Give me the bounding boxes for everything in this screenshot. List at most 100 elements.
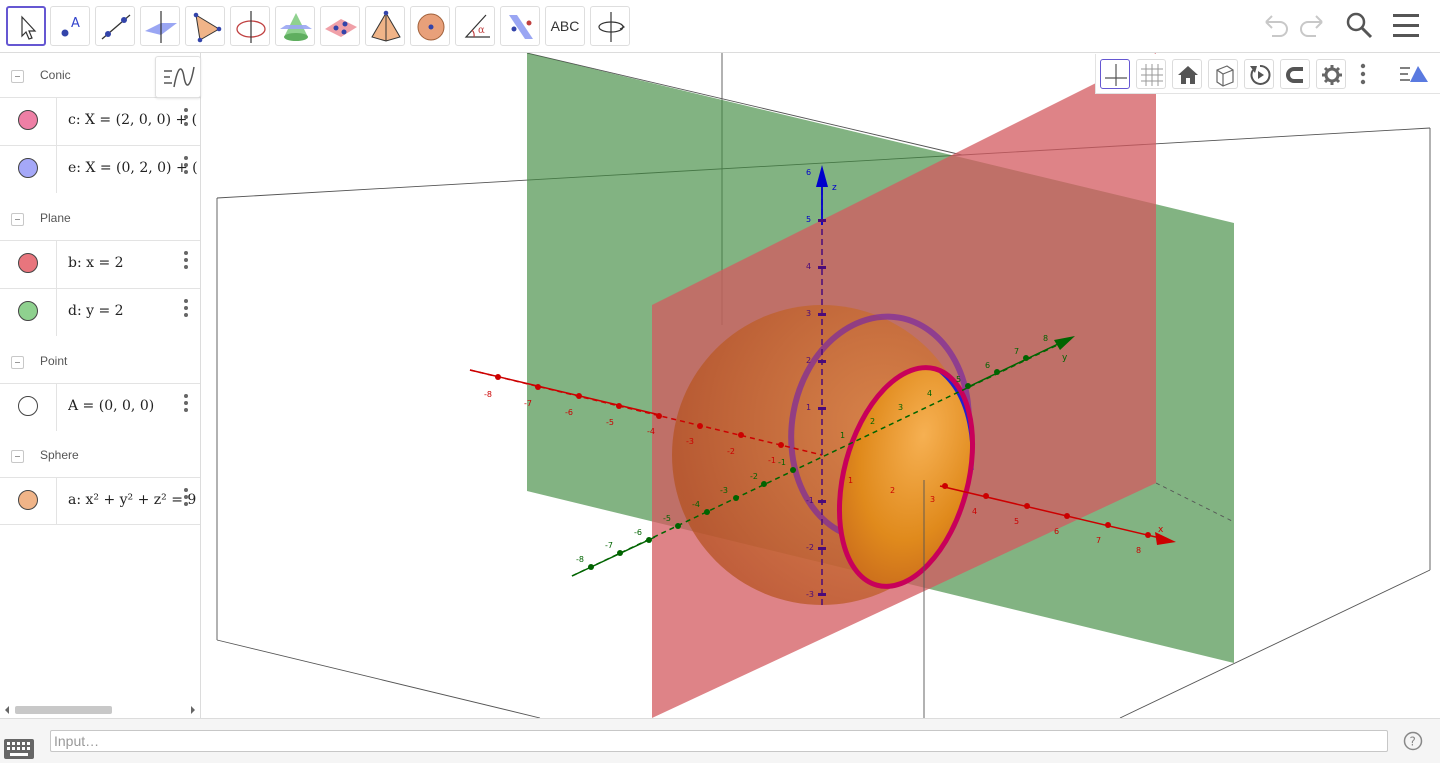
plane-through-points-tool-button[interactable] (320, 6, 360, 46)
visibility-toggle[interactable] (0, 241, 57, 288)
x-tick-label: -4 (647, 427, 655, 436)
angle-tool-label: α (478, 25, 485, 36)
z-tick-label: -2 (806, 543, 814, 552)
algebra-expression[interactable]: d: y = 2 (68, 303, 198, 319)
virtual-keyboard-button[interactable] (4, 739, 34, 761)
more-options-icon[interactable] (180, 392, 192, 414)
x-axis-label: x (1158, 525, 1164, 535)
y-tick-label: -5 (663, 514, 671, 523)
perpendicular-tool-button[interactable] (140, 6, 180, 46)
visibility-toggle[interactable] (0, 478, 57, 524)
rotate-view-tool-button[interactable] (590, 6, 630, 46)
group-label: Sphere (40, 448, 79, 462)
z-tick-label: 4 (806, 262, 811, 271)
scroll-left-icon[interactable] (2, 703, 12, 717)
move-tool-button[interactable] (6, 6, 46, 46)
polygon-icon (193, 12, 222, 43)
visibility-marble[interactable] (18, 490, 38, 510)
visibility-toggle[interactable] (0, 146, 57, 193)
menu-icon (1393, 14, 1419, 37)
algebra-expression[interactable]: a: x² + y² + z² = 9 (68, 492, 198, 508)
line-tool-button[interactable] (95, 6, 135, 46)
horizontal-scrollbar[interactable] (0, 703, 200, 717)
x-tick-label: -6 (565, 408, 573, 417)
point-capturing-button[interactable] (1280, 59, 1310, 89)
standard-view-button[interactable] (1172, 59, 1202, 89)
graphics-style-bar (1095, 54, 1440, 94)
algebra-expression[interactable]: e: X = (0, 2, 0) + (−2 (68, 160, 198, 176)
algebra-item-conic-c[interactable]: c: X = (2, 0, 0) + (0, (0, 97, 200, 145)
collapse-toggle[interactable] (11, 213, 24, 226)
text-tool-button[interactable]: ABC (545, 6, 585, 46)
more-options-icon[interactable] (180, 249, 192, 271)
scrollbar-thumb[interactable] (15, 706, 112, 714)
visibility-marble[interactable] (18, 396, 38, 416)
group-header-sphere[interactable]: Sphere (0, 433, 200, 479)
collapse-toggle[interactable] (11, 450, 24, 463)
intersect-surfaces-icon (280, 13, 312, 41)
algebra-item-sphere-a[interactable]: a: x² + y² + z² = 9 (0, 477, 200, 525)
more-options-icon[interactable] (180, 486, 192, 508)
redo-icon (1300, 15, 1323, 37)
undo-button[interactable] (1258, 8, 1294, 44)
rotate-icon (1250, 64, 1271, 85)
group-header-point[interactable]: Point (0, 339, 200, 385)
view-direction-button[interactable] (1208, 59, 1238, 89)
undo-icon (1265, 15, 1288, 37)
x-tick-label: 6 (1054, 527, 1059, 536)
collapse-toggle[interactable] (11, 70, 24, 83)
point-tool-button[interactable]: A (50, 6, 90, 46)
x-tick-label: -3 (686, 437, 694, 446)
pyramid-tool-button[interactable] (365, 6, 405, 46)
settings-button[interactable] (1316, 59, 1346, 89)
visibility-toggle[interactable] (0, 289, 57, 336)
visibility-marble[interactable] (18, 301, 38, 321)
more-button[interactable] (1358, 62, 1368, 88)
polygon-tool-button[interactable] (185, 6, 225, 46)
scene-canvas[interactable]: -8 -7 -6 -5 -4 -3 -2 -1 1 2 3 4 5 6 7 8 … (207, 53, 1440, 718)
collapse-toggle[interactable] (11, 356, 24, 369)
grid-icon (1141, 64, 1163, 86)
search-icon (1346, 12, 1373, 39)
algebra-style-bar-button[interactable] (155, 56, 201, 98)
algebra-expression[interactable]: b: x = 2 (68, 255, 198, 271)
main-menu-button[interactable] (1388, 8, 1424, 44)
y-tick-label: -7 (605, 541, 613, 550)
visibility-marble[interactable] (18, 158, 38, 178)
visibility-marble[interactable] (18, 253, 38, 273)
algebra-item-plane-d[interactable]: d: y = 2 (0, 288, 200, 336)
rotate-view-button[interactable] (1244, 59, 1274, 89)
algebra-expression[interactable]: A = (0, 0, 0) (68, 398, 198, 414)
graphics-3d-view[interactable]: -8 -7 -6 -5 -4 -3 -2 -1 1 2 3 4 5 6 7 8 … (207, 53, 1440, 718)
algebra-expression[interactable]: c: X = (2, 0, 0) + (0, (68, 112, 198, 128)
toggle-grid-button[interactable] (1136, 59, 1166, 89)
reflect-tool-button[interactable] (500, 6, 540, 46)
intersect-surfaces-tool-button[interactable] (275, 6, 315, 46)
toggle-style-bar-button[interactable] (1396, 60, 1432, 90)
more-options-icon[interactable] (180, 297, 192, 319)
visibility-toggle[interactable] (0, 98, 57, 145)
graph-style-icon (164, 66, 195, 88)
z-tick-label: 2 (806, 356, 811, 365)
y-tick-label: 1 (840, 431, 845, 440)
algebra-input-field[interactable]: Input… (50, 730, 1388, 752)
reflect-about-plane-icon (509, 15, 533, 39)
redo-button[interactable] (1294, 8, 1330, 44)
algebra-item-plane-b[interactable]: b: x = 2 (0, 240, 200, 288)
visibility-marble[interactable] (18, 110, 38, 130)
more-options-icon[interactable] (180, 154, 192, 176)
group-header-plane[interactable]: Plane (0, 196, 200, 242)
scroll-right-icon[interactable] (188, 703, 198, 717)
toggle-axes-button[interactable] (1100, 59, 1130, 89)
visibility-toggle[interactable] (0, 384, 57, 431)
algebra-item-point-a[interactable]: A = (0, 0, 0) (0, 383, 200, 431)
toolbar: A α ABC (0, 0, 1440, 53)
sphere-tool-button[interactable] (410, 6, 450, 46)
circle-axis-tool-button[interactable] (230, 6, 270, 46)
angle-tool-button[interactable]: α (455, 6, 495, 46)
more-options-icon[interactable] (180, 106, 192, 128)
x-tick-label: -8 (484, 390, 492, 399)
algebra-item-conic-e[interactable]: e: X = (0, 2, 0) + (−2 (0, 145, 200, 193)
input-help-button[interactable]: ? (1403, 731, 1423, 751)
search-button[interactable] (1342, 8, 1378, 44)
